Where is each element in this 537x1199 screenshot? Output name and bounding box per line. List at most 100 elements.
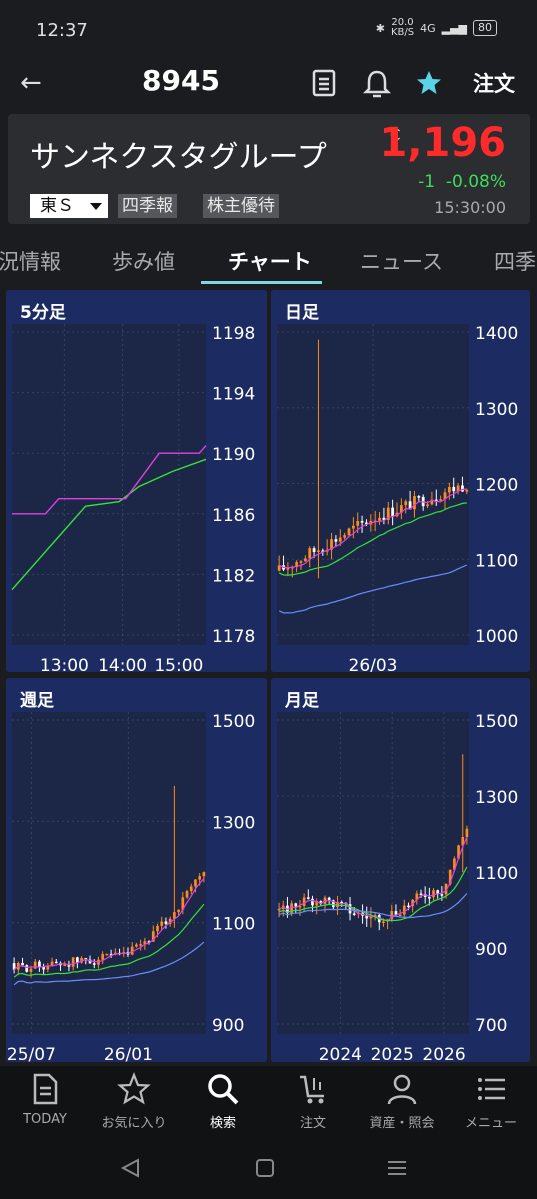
- nav-order[interactable]: 注文: [268, 1072, 358, 1131]
- order-link[interactable]: 注文: [473, 68, 515, 98]
- tab-market-info[interactable]: 況情報: [0, 246, 61, 276]
- candle: [334, 539, 338, 542]
- battery-indicator: 80: [473, 20, 497, 36]
- search-icon: [208, 1074, 239, 1105]
- star-outline-icon: [117, 1072, 151, 1105]
- candle: [202, 872, 206, 877]
- candle: [294, 903, 298, 907]
- candle: [198, 876, 202, 880]
- candle: [378, 517, 381, 521]
- candle: [440, 894, 444, 896]
- plot-area: [277, 324, 469, 645]
- y-tick-label: 900: [475, 940, 507, 960]
- candle: [391, 507, 395, 517]
- candle: [428, 896, 431, 899]
- candle: [398, 914, 402, 917]
- tab-tick[interactable]: 歩み値: [112, 246, 175, 276]
- candle: [33, 961, 37, 969]
- chevron-down-icon: [90, 203, 102, 210]
- y-tick-label: 1100: [475, 864, 518, 884]
- price-change: -1 -0.08%: [418, 172, 506, 192]
- chart-panel-5min[interactable]: 5分足 1198 1194 1190 1186 1182 1178 13:00 14:00 15…: [6, 290, 267, 672]
- candle: [25, 965, 29, 972]
- chart-panel-weekly[interactable]: 週足 1500 1300 1100 900 25/07 26/01: [6, 678, 267, 1062]
- signal-icon: ▂▄▆: [441, 21, 467, 35]
- candle: [308, 548, 312, 559]
- candle: [303, 558, 307, 562]
- y-tick-label: 1200: [475, 476, 518, 496]
- chart-5min: 1198 1194 1190 1186 1182 1178 13:00 14:00 15:00: [11, 324, 255, 672]
- tab-news[interactable]: ニュース: [360, 246, 443, 276]
- y-tick-label: 1194: [212, 385, 255, 405]
- tab-shikiho[interactable]: 四季: [494, 246, 536, 276]
- candle: [417, 496, 421, 498]
- tab-chart[interactable]: チャート: [228, 246, 312, 276]
- candle: [312, 548, 316, 552]
- candle: [347, 528, 351, 536]
- candle: [432, 890, 435, 898]
- candle: [452, 487, 456, 492]
- home-square-icon[interactable]: [255, 1158, 275, 1178]
- chart-panel-daily[interactable]: 日足 1400 1300 1200 1100 1000 26/03: [271, 290, 530, 672]
- candle: [426, 504, 429, 507]
- x-tick-label: 13:00: [40, 656, 89, 672]
- bottom-navigation: TODAY お気に入り 検索 注文 資産・照会 メニュー: [0, 1066, 537, 1136]
- chart-panel-monthly[interactable]: 月足 1500 1300 1100 900 700 2024 2025 2026: [271, 678, 530, 1062]
- nav-favorites[interactable]: お気に入り: [89, 1072, 179, 1131]
- y-tick-label: 1300: [475, 788, 518, 808]
- y-tick-label: 1500: [212, 712, 255, 732]
- candle: [311, 898, 314, 906]
- price-time: 15:30:00: [434, 198, 506, 217]
- active-tab-indicator: [201, 281, 322, 284]
- stock-code: 8945: [142, 64, 220, 97]
- nav-menu[interactable]: メニュー: [446, 1072, 536, 1131]
- y-tick-label: 1300: [475, 400, 518, 420]
- candle: [465, 490, 469, 492]
- recents-icon[interactable]: [386, 1158, 408, 1178]
- candle: [71, 957, 75, 967]
- y-tick-label: 700: [475, 1016, 507, 1036]
- x-tick-label: 2024: [319, 1045, 362, 1062]
- candle: [164, 921, 168, 924]
- nav-search[interactable]: 検索: [178, 1072, 268, 1131]
- bluetooth-icon: ✱: [375, 21, 385, 35]
- candle: [135, 944, 138, 947]
- status-time: 12:37: [36, 20, 88, 41]
- status-bar: 12:37 ✱ 20.0 KB/S 4G ▂▄▆ 80: [0, 0, 537, 60]
- candle: [92, 963, 96, 965]
- today-icon: [33, 1073, 58, 1105]
- candle: [156, 925, 159, 932]
- y-tick-label: 900: [212, 1016, 244, 1036]
- candle: [185, 891, 189, 898]
- network-speed: 20.0 KB/S: [390, 17, 415, 38]
- candle: [101, 954, 105, 960]
- shikiho-tag[interactable]: 四季報: [118, 194, 177, 218]
- plot-area: [12, 712, 206, 1034]
- candle: [306, 897, 310, 899]
- y-tick-label: 1190: [212, 445, 255, 465]
- status-icons: ✱ 20.0 KB/S 4G ▂▄▆ 80: [376, 18, 497, 38]
- y-tick-label: 1100: [212, 915, 255, 935]
- x-tick-label: 14:00: [98, 656, 147, 672]
- document-icon[interactable]: [310, 68, 338, 98]
- candle: [76, 957, 79, 963]
- x-tick-label: 2025: [371, 1045, 414, 1062]
- candle: [404, 501, 408, 506]
- star-icon[interactable]: [414, 68, 444, 98]
- bell-icon[interactable]: [362, 68, 392, 100]
- back-triangle-icon[interactable]: [120, 1158, 142, 1178]
- candle: [419, 893, 423, 896]
- plot-area: [277, 712, 469, 1034]
- market-select[interactable]: 東Ｓ: [30, 194, 108, 218]
- benefit-tag[interactable]: 株主優待: [203, 194, 279, 218]
- x-tick-label: 26/01: [104, 1045, 153, 1062]
- company-name: サンネクスタグループ: [30, 140, 327, 175]
- candle: [105, 953, 109, 956]
- person-icon: [387, 1074, 417, 1105]
- nav-today[interactable]: TODAY: [0, 1072, 90, 1127]
- y-tick-label: 1178: [212, 627, 255, 647]
- plot-area: [12, 324, 206, 645]
- nav-assets[interactable]: 資産・照会: [357, 1072, 447, 1131]
- candle: [402, 905, 406, 915]
- x-tick-label: 2026: [422, 1045, 465, 1062]
